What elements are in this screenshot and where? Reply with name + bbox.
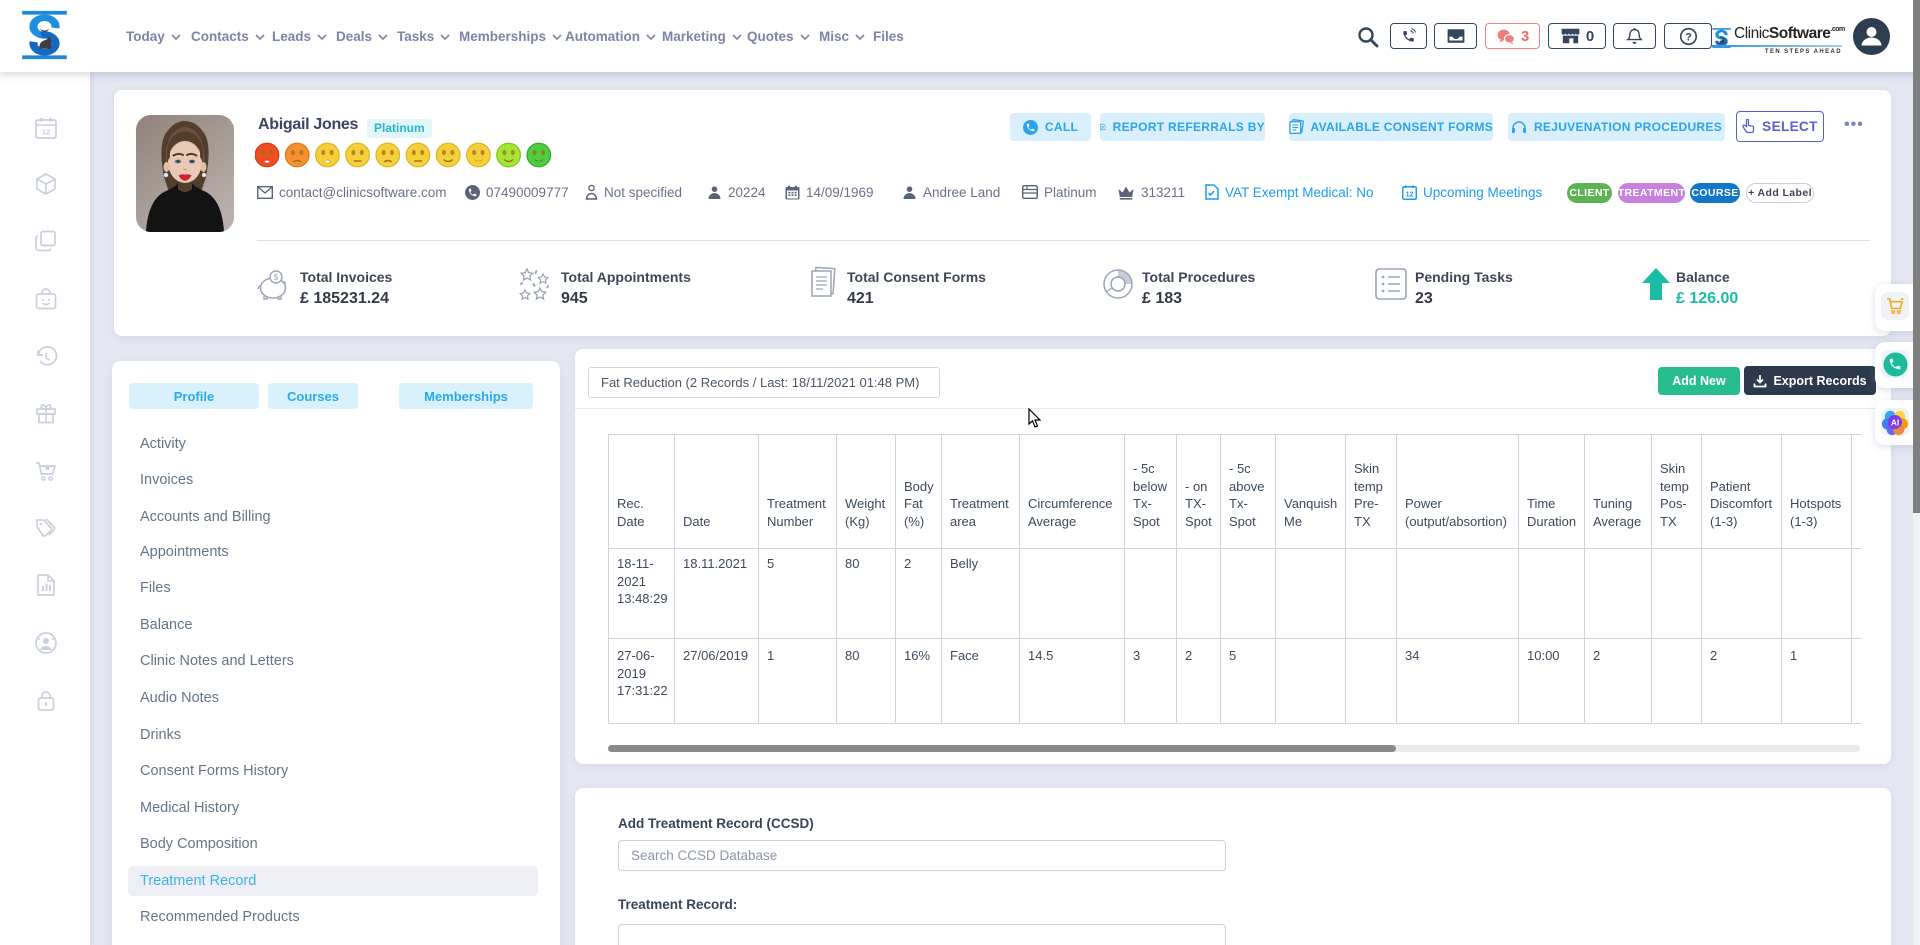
- svg-text:$: $: [274, 273, 279, 282]
- svg-text:12: 12: [1406, 191, 1414, 198]
- svg-text:12: 12: [42, 127, 50, 136]
- svg-text:AI: AI: [1891, 417, 1899, 427]
- svg-text:?: ?: [1685, 31, 1692, 43]
